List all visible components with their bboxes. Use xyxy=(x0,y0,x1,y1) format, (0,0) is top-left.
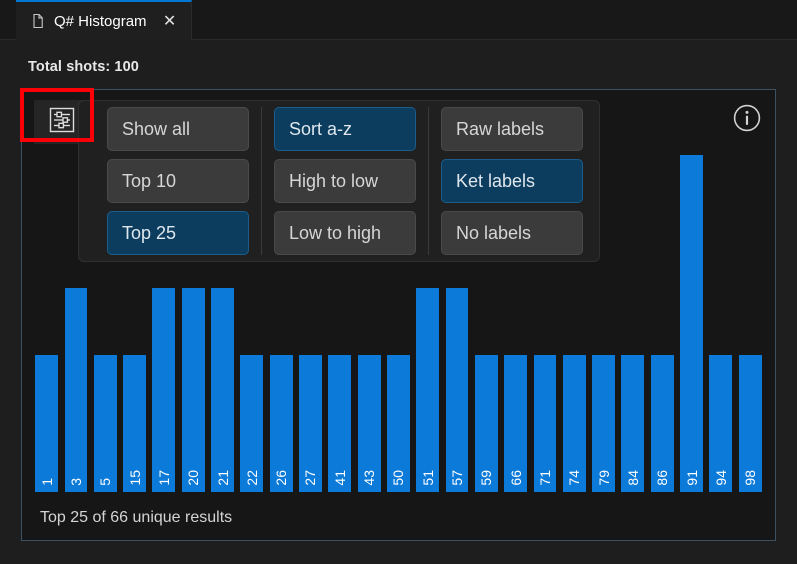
bar-label: 51 xyxy=(419,470,436,486)
tab-strip: Q# Histogram ✕ xyxy=(0,0,797,40)
bar-label: 86 xyxy=(654,470,671,486)
bar-label: 20 xyxy=(185,470,202,486)
histogram-bar[interactable]: 84 xyxy=(621,354,645,492)
histogram-bar[interactable]: 41 xyxy=(328,354,352,492)
bar-slot: 84 xyxy=(618,96,647,492)
bar-slot: 1 xyxy=(32,96,61,492)
bar-label: 22 xyxy=(243,470,260,486)
histogram-bar[interactable]: 5 xyxy=(93,354,117,492)
bar-slot: 98 xyxy=(736,96,765,492)
bar-label: 79 xyxy=(595,470,612,486)
histogram-bar[interactable]: 91 xyxy=(680,155,703,492)
histogram-toolbar: Show all Top 10 Top 25 Sort a-z High to low L… xyxy=(78,100,600,262)
histogram-bar[interactable]: 26 xyxy=(269,354,293,492)
bar-label: 71 xyxy=(536,470,553,486)
bar-label: 3 xyxy=(67,478,84,486)
histogram-bar[interactable]: 71 xyxy=(533,354,557,492)
count-group: Show all Top 10 Top 25 xyxy=(95,107,262,255)
histogram-bar[interactable]: 17 xyxy=(152,288,176,492)
button-sort-a-z[interactable]: Sort a-z xyxy=(274,107,416,151)
button-ket-labels[interactable]: Ket labels xyxy=(441,159,583,203)
bar-slot: 94 xyxy=(706,96,735,492)
histogram-bar[interactable]: 79 xyxy=(592,354,616,492)
bar-label: 1 xyxy=(38,478,55,486)
bar-label: 41 xyxy=(331,470,348,486)
bar-label: 21 xyxy=(214,470,231,486)
histogram-bar[interactable]: 50 xyxy=(386,354,410,492)
histogram-bar[interactable]: 15 xyxy=(123,354,147,492)
document-icon xyxy=(30,13,46,29)
bar-label: 5 xyxy=(97,478,114,486)
bar-label: 66 xyxy=(507,470,524,486)
sort-group: Sort a-z High to low Low to high xyxy=(262,107,429,255)
bar-label: 74 xyxy=(566,470,583,486)
bar-label: 17 xyxy=(155,470,172,486)
histogram-bar[interactable]: 66 xyxy=(504,354,528,492)
histogram-bar[interactable]: 43 xyxy=(357,354,381,492)
histogram-bar[interactable]: 51 xyxy=(416,288,440,492)
button-no-labels[interactable]: No labels xyxy=(441,211,583,255)
bar-label: 84 xyxy=(624,470,641,486)
histogram-bar[interactable]: 3 xyxy=(64,288,88,492)
histogram-bar[interactable]: 22 xyxy=(240,354,264,492)
histogram-bar[interactable]: 27 xyxy=(299,354,322,492)
button-high-to-low[interactable]: High to low xyxy=(274,159,416,203)
close-icon[interactable]: ✕ xyxy=(161,12,179,30)
bar-label: 43 xyxy=(361,470,378,486)
bar-label: 91 xyxy=(683,470,700,486)
histogram-bar[interactable]: 1 xyxy=(35,354,59,492)
bar-label: 50 xyxy=(390,470,407,486)
button-top-10[interactable]: Top 10 xyxy=(107,159,249,203)
histogram-bar[interactable]: 57 xyxy=(445,288,469,492)
bar-label: 15 xyxy=(126,470,143,486)
bar-label: 94 xyxy=(712,470,729,486)
histogram-bar[interactable]: 94 xyxy=(709,354,733,492)
button-low-to-high[interactable]: Low to high xyxy=(274,211,416,255)
results-summary: Top 25 of 66 unique results xyxy=(40,509,233,526)
bar-slot: 86 xyxy=(648,96,677,492)
info-circle-icon[interactable] xyxy=(732,103,762,133)
button-raw-labels[interactable]: Raw labels xyxy=(441,107,583,151)
bar-slot: 91 xyxy=(677,96,706,492)
button-top-25[interactable]: Top 25 xyxy=(107,211,249,255)
histogram-panel: Show all Top 10 Top 25 Sort a-z High to low L… xyxy=(21,89,776,541)
button-show-all[interactable]: Show all xyxy=(107,107,249,151)
tab-title: Q# Histogram xyxy=(54,12,147,30)
bar-label: 59 xyxy=(478,470,495,486)
label-group: Raw labels Ket labels No labels xyxy=(429,107,595,255)
histogram-bar[interactable]: 59 xyxy=(474,354,498,492)
bar-label: 57 xyxy=(449,470,466,486)
histogram-bar[interactable]: 21 xyxy=(211,288,234,492)
chart-footer: Top 25 of 66 unique results xyxy=(22,496,775,540)
bar-label: 26 xyxy=(273,470,290,486)
histogram-bar[interactable]: 20 xyxy=(181,288,205,492)
histogram-bar[interactable]: 98 xyxy=(738,354,762,492)
total-shots-label: Total shots: 100 xyxy=(28,59,139,75)
bar-label: 98 xyxy=(742,470,759,486)
bar-label: 27 xyxy=(302,470,319,486)
tab-qsharp-histogram[interactable]: Q# Histogram ✕ xyxy=(16,0,192,40)
histogram-bar[interactable]: 86 xyxy=(650,354,674,492)
histogram-bar[interactable]: 74 xyxy=(562,354,586,492)
